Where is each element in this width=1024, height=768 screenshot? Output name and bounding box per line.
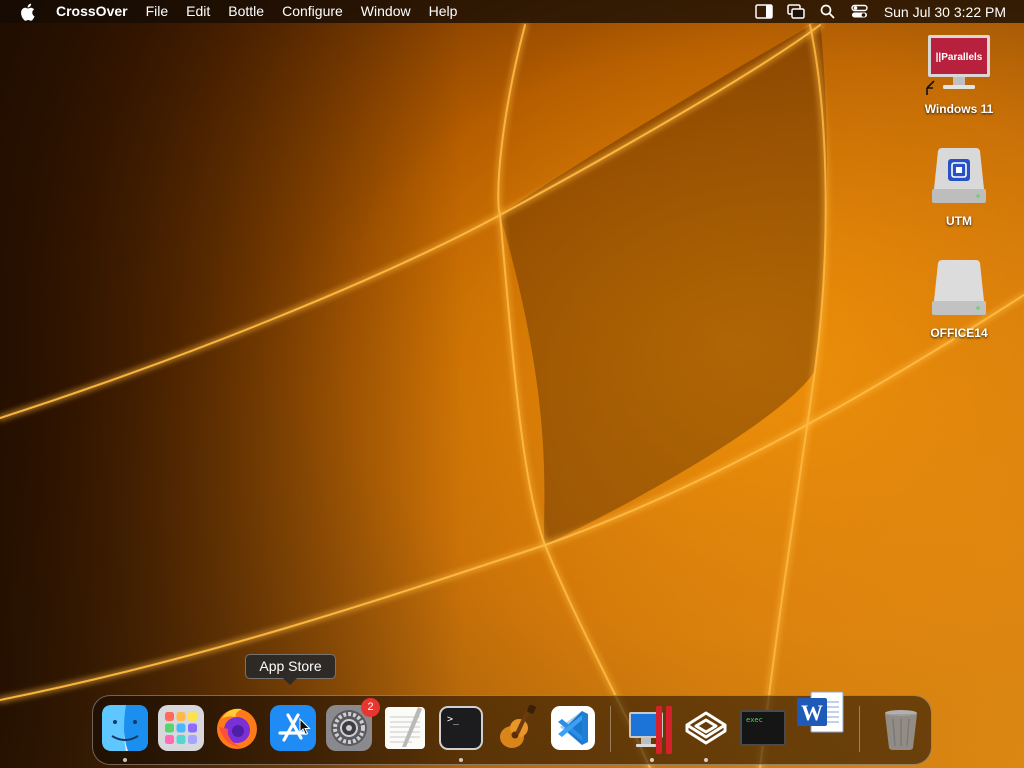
menu-help[interactable]: Help	[420, 0, 467, 23]
desktop-wallpaper	[0, 0, 1024, 768]
menu-bottle[interactable]: Bottle	[219, 0, 273, 23]
dock-app-textedit[interactable]	[382, 705, 428, 751]
parallels-icon	[629, 706, 672, 754]
vscode-icon	[551, 706, 595, 750]
dock: 2 >_ exec W	[92, 691, 932, 765]
mouse-cursor	[299, 718, 311, 736]
menu-bar-right: Sun Jul 30 3:22 PM	[748, 0, 1024, 23]
desktop-icon-windows-11[interactable]: ||Parallels Windows 11	[904, 33, 1014, 116]
dock-app-firefox[interactable]	[214, 705, 260, 751]
svg-text:>_: >_	[447, 714, 460, 725]
dock-separator	[610, 706, 611, 752]
dock-running-indicator	[123, 758, 127, 762]
parallels-vm-icon-text: ||Parallels	[936, 52, 983, 63]
dock-app-system-settings[interactable]: 2	[326, 698, 380, 751]
desktop-icon-label: OFFICE14	[930, 326, 988, 340]
dock-app-word[interactable]: W	[795, 688, 845, 738]
desktop-icon-office14[interactable]: OFFICE14	[904, 257, 1014, 340]
desktop-icon-utm[interactable]: UTM	[904, 145, 1014, 228]
dock-app-finder[interactable]	[102, 705, 148, 751]
external-disk-icon	[932, 260, 986, 315]
firefox-icon	[217, 708, 257, 749]
svg-text:W: W	[801, 700, 823, 725]
dock-running-indicator	[459, 758, 463, 762]
apple-icon[interactable]	[18, 3, 36, 21]
launchpad-icon	[158, 705, 204, 751]
menu-window[interactable]: Window	[352, 0, 420, 23]
dock-separator	[859, 706, 860, 752]
terminal-icon: >_	[439, 706, 483, 750]
dock-tooltip: App Store	[245, 654, 336, 685]
trash-icon	[885, 710, 917, 750]
menu-configure[interactable]: Configure	[273, 0, 352, 23]
dock-app-trash[interactable]	[878, 705, 924, 751]
crossover-icon	[685, 711, 727, 745]
desktop-icon-label: UTM	[946, 214, 972, 228]
utm-disk-icon	[932, 148, 986, 203]
dock-running-indicator	[704, 758, 708, 762]
word-icon: W	[797, 691, 844, 733]
screen-mirroring-icon[interactable]	[785, 0, 807, 23]
search-icon[interactable]	[817, 0, 839, 23]
dock-app-launchpad[interactable]	[158, 705, 204, 751]
dock-app-garageband[interactable]	[494, 704, 540, 751]
menu-bar-left: CrossOver File Edit Bottle Configure Win…	[0, 0, 466, 23]
parallels-vm-icon: ||Parallels	[926, 35, 990, 95]
exec-terminal-icon: exec	[740, 710, 786, 746]
dock-running-indicator	[650, 758, 654, 762]
garageband-icon	[500, 704, 536, 748]
dock-app-vscode[interactable]	[550, 705, 596, 751]
exec-label: exec	[746, 716, 763, 724]
dock-app-exec[interactable]: exec	[739, 705, 786, 751]
menu-app-name[interactable]: CrossOver	[52, 0, 137, 23]
dock-app-parallels[interactable]	[627, 705, 673, 754]
menu-edit[interactable]: Edit	[177, 0, 219, 23]
sidebar-icon[interactable]	[753, 0, 775, 23]
menu-file[interactable]: File	[137, 0, 178, 23]
textedit-icon	[385, 707, 425, 749]
menu-bar: CrossOver File Edit Bottle Configure Win…	[0, 0, 1024, 23]
dock-app-terminal[interactable]: >_	[438, 705, 484, 751]
finder-icon	[102, 705, 148, 751]
notification-badge: 2	[361, 698, 380, 717]
control-center-icon[interactable]	[849, 0, 871, 23]
menu-bar-clock[interactable]: Sun Jul 30 3:22 PM	[884, 4, 1006, 20]
dock-app-crossover[interactable]	[683, 705, 729, 751]
desktop-icon-label: Windows 11	[924, 102, 994, 116]
